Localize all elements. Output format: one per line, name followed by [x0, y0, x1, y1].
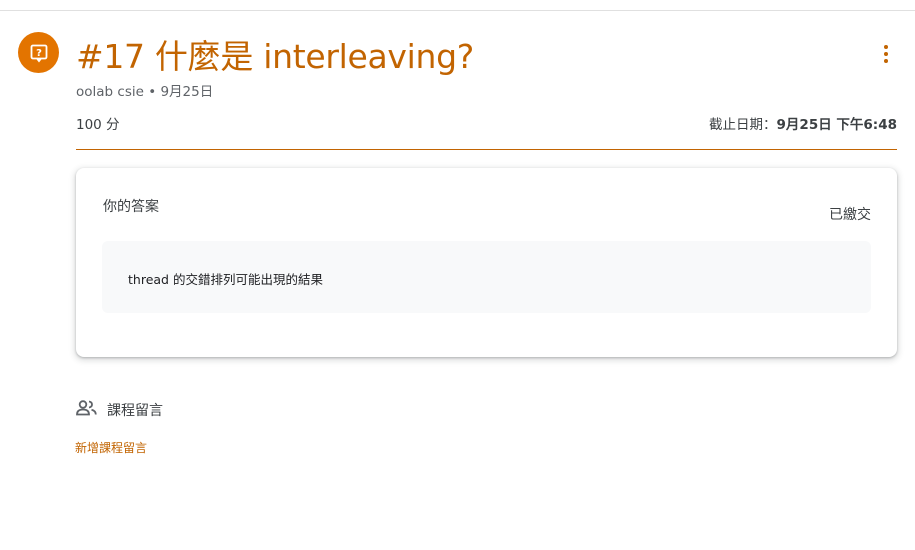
due-time-value: 下午6:48 — [831, 117, 897, 133]
more-options-button[interactable] — [874, 42, 898, 66]
more-vert-icon — [884, 45, 888, 49]
class-comments-title: 課程留言 — [107, 403, 163, 419]
due-date-value: 9月25日 — [776, 117, 832, 133]
people-icon — [76, 400, 97, 420]
page-title: #17 什麼是 interleaving? — [76, 37, 474, 76]
due-date: 截止日期：9月25日 下午6:48 — [709, 113, 897, 133]
answer-box[interactable]: thread 的交錯排列可能出現的結果 — [102, 241, 871, 313]
turned-in-status: 已繳交 — [829, 207, 871, 223]
top-divider — [0, 10, 915, 11]
assignment-question-icon: ? — [18, 32, 59, 73]
header-divider — [76, 149, 897, 150]
svg-text:?: ? — [36, 48, 42, 59]
class-comments-header: 課程留言 — [76, 400, 163, 420]
answer-text: thread 的交錯排列可能出現的結果 — [128, 272, 323, 287]
post-meta: oolab csie • 9月25日 — [76, 80, 213, 100]
due-label: 截止日期： — [709, 117, 777, 133]
author-name: oolab csie — [76, 84, 144, 100]
points-label: 100 分 — [76, 117, 120, 133]
add-class-comment-link[interactable]: 新增課程留言 — [75, 439, 147, 456]
your-work-title: 你的答案 — [103, 199, 159, 215]
meta-separator: • — [143, 84, 161, 100]
your-work-card: 你的答案 已繳交 thread 的交錯排列可能出現的結果 — [76, 168, 897, 357]
posted-date: 9月25日 — [160, 84, 214, 100]
